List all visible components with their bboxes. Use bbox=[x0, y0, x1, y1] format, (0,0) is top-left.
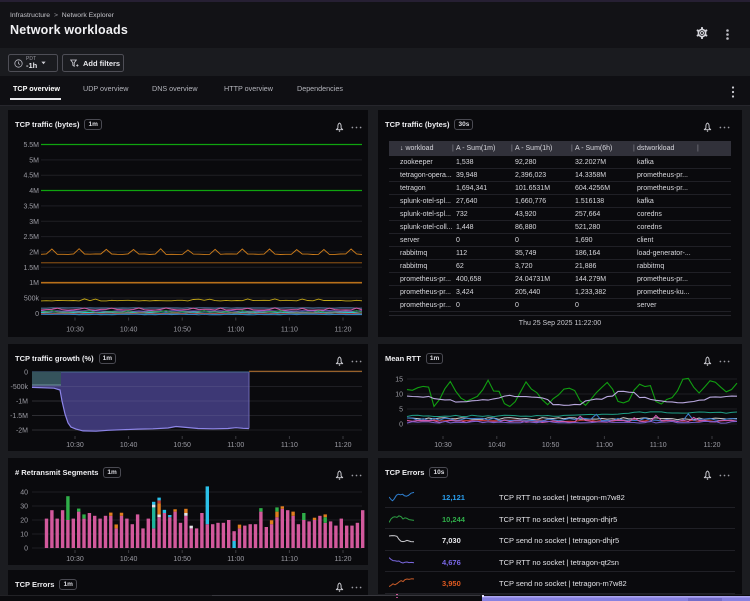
svg-text:10:40: 10:40 bbox=[120, 556, 138, 563]
svg-text:15: 15 bbox=[395, 377, 403, 384]
svg-text:10:30: 10:30 bbox=[66, 556, 84, 563]
svg-text:-1.5M: -1.5M bbox=[10, 413, 28, 420]
svg-text:3M: 3M bbox=[29, 219, 39, 226]
svg-text:20: 20 bbox=[20, 518, 28, 525]
svg-text:4.5M: 4.5M bbox=[23, 173, 39, 180]
svg-text:5.5M: 5.5M bbox=[23, 142, 39, 149]
svg-text:10:50: 10:50 bbox=[173, 327, 191, 334]
svg-text:0: 0 bbox=[24, 370, 28, 377]
svg-text:11:10: 11:10 bbox=[281, 327, 298, 334]
svg-text:10:30: 10:30 bbox=[66, 327, 84, 334]
svg-text:10:50: 10:50 bbox=[173, 442, 191, 449]
svg-text:10:30: 10:30 bbox=[434, 442, 452, 449]
svg-text:10:50: 10:50 bbox=[542, 442, 560, 449]
svg-text:0: 0 bbox=[35, 311, 39, 318]
svg-text:30: 30 bbox=[20, 504, 28, 511]
svg-text:-500k: -500k bbox=[10, 384, 28, 391]
svg-text:11:00: 11:00 bbox=[227, 556, 244, 563]
svg-text:11:10: 11:10 bbox=[281, 442, 298, 449]
svg-text:-2M: -2M bbox=[16, 428, 28, 435]
svg-text:10:30: 10:30 bbox=[66, 442, 84, 449]
svg-text:-1M: -1M bbox=[16, 399, 28, 406]
svg-text:11:20: 11:20 bbox=[704, 442, 721, 449]
svg-text:10: 10 bbox=[395, 392, 403, 399]
svg-text:5: 5 bbox=[399, 407, 403, 414]
svg-text:11:20: 11:20 bbox=[335, 556, 352, 563]
svg-text:5M: 5M bbox=[29, 157, 39, 164]
svg-text:11:20: 11:20 bbox=[335, 327, 352, 334]
svg-text:10:50: 10:50 bbox=[173, 556, 191, 563]
svg-text:2M: 2M bbox=[29, 249, 39, 256]
svg-text:10:40: 10:40 bbox=[120, 327, 138, 334]
svg-text:500k: 500k bbox=[24, 296, 40, 303]
svg-text:1.5M: 1.5M bbox=[23, 265, 39, 272]
svg-text:2.5M: 2.5M bbox=[23, 234, 39, 241]
svg-text:11:10: 11:10 bbox=[650, 442, 667, 449]
svg-text:0: 0 bbox=[24, 546, 28, 553]
svg-text:3.5M: 3.5M bbox=[23, 203, 39, 210]
svg-text:11:00: 11:00 bbox=[227, 442, 244, 449]
svg-text:11:20: 11:20 bbox=[335, 442, 352, 449]
svg-text:11:00: 11:00 bbox=[227, 327, 244, 334]
svg-text:10: 10 bbox=[20, 532, 28, 539]
svg-text:11:10: 11:10 bbox=[281, 556, 298, 563]
svg-text:1M: 1M bbox=[29, 280, 39, 287]
svg-text:10:40: 10:40 bbox=[120, 442, 138, 449]
svg-text:4M: 4M bbox=[29, 188, 39, 195]
svg-text:10:40: 10:40 bbox=[488, 442, 506, 449]
svg-text:11:00: 11:00 bbox=[596, 442, 613, 449]
svg-text:0: 0 bbox=[399, 422, 403, 429]
svg-text:40: 40 bbox=[20, 490, 28, 497]
